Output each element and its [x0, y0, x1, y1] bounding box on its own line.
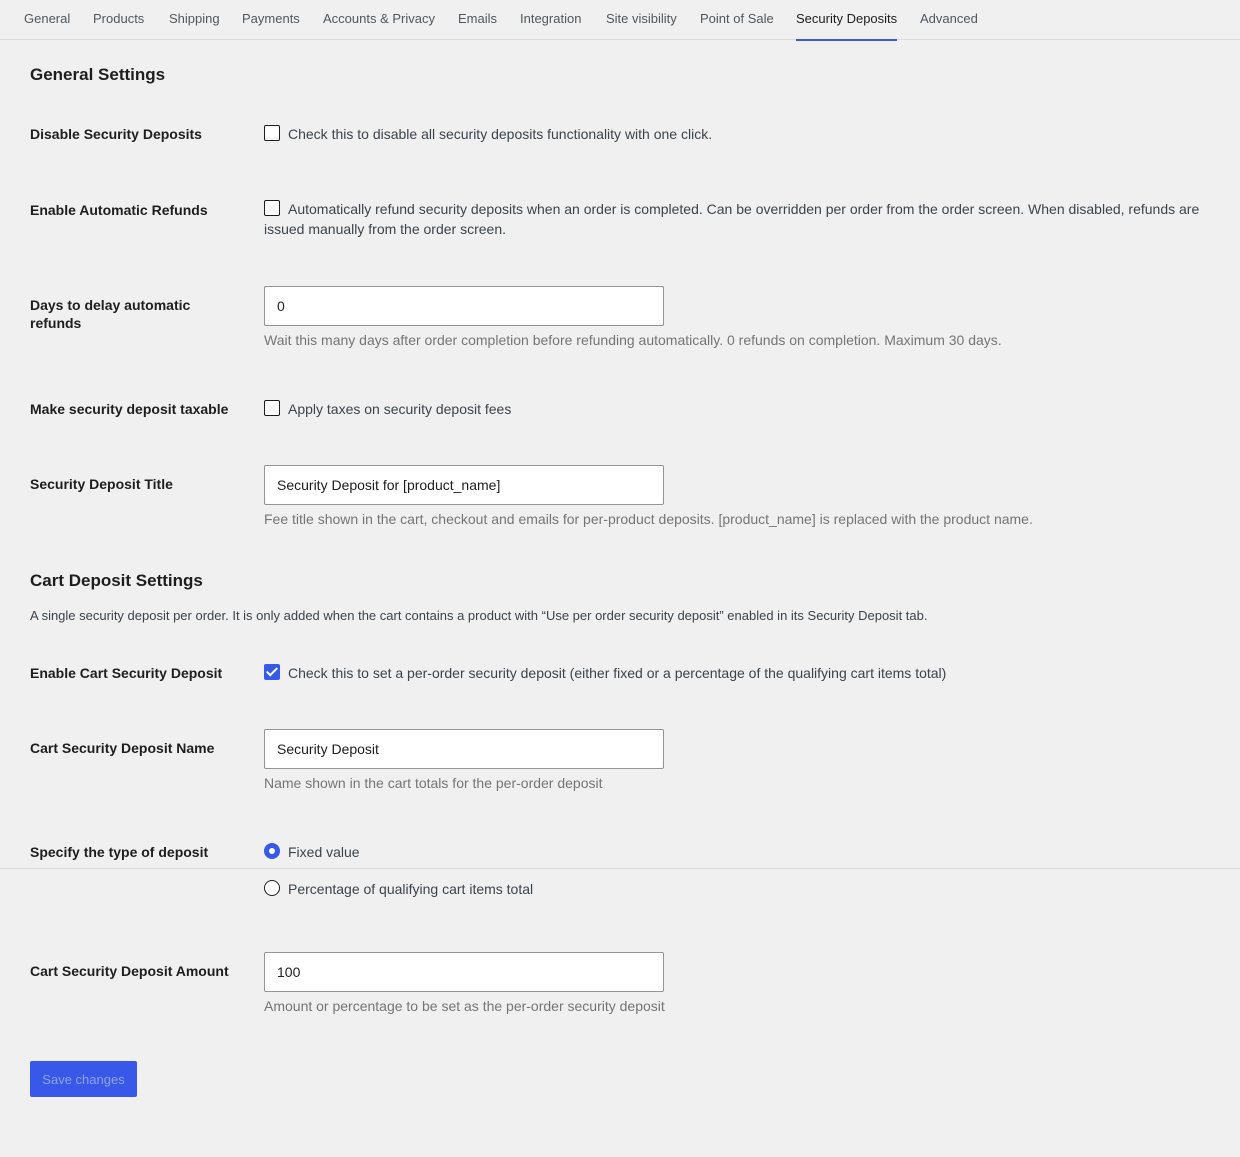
enable-cart-deposit-field: Check this to set a per-order security d… [264, 663, 946, 683]
deposit-title-help: Fee title shown in the cart, checkout an… [264, 511, 1033, 527]
save-changes-button[interactable]: Save changes [30, 1061, 137, 1097]
disable-deposits-checkbox[interactable] [264, 125, 280, 141]
cart-deposit-name-help: Name shown in the cart totals for the pe… [264, 775, 603, 791]
cart-settings-description: A single security deposit per order. It … [30, 608, 928, 623]
deposit-type-option-fixed[interactable]: Fixed value [264, 842, 360, 862]
enable-cart-deposit-label: Enable Cart Security Deposit [30, 665, 223, 681]
tab-site-visibility[interactable]: Site visibility [606, 0, 677, 41]
tab-security-deposits[interactable]: Security Deposits [796, 0, 898, 41]
deposit-type-option-percentage[interactable]: Percentage of qualifying cart items tota… [264, 879, 533, 899]
fixed-value-radio[interactable] [264, 843, 280, 859]
taxable-text: Apply taxes on security deposit fees [288, 401, 512, 417]
tab-point-of-sale[interactable]: Point of Sale [700, 0, 774, 41]
delay-days-input[interactable] [264, 286, 664, 326]
disable-deposits-text: Check this to disable all security depos… [288, 126, 713, 142]
auto-refunds-text: Automatically refund security deposits w… [264, 201, 1200, 237]
fixed-value-text: Fixed value [288, 844, 360, 860]
enable-cart-deposit-text: Check this to set a per-order security d… [288, 665, 947, 681]
percentage-text: Percentage of qualifying cart items tota… [288, 881, 534, 897]
enable-cart-deposit-checkbox[interactable] [264, 664, 280, 680]
taxable-field: Apply taxes on security deposit fees [264, 399, 511, 419]
delay-days-help: Wait this many days after order completi… [264, 332, 1002, 348]
section-divider [0, 868, 1240, 869]
taxable-label: Make security deposit taxable [30, 401, 229, 417]
cart-deposit-name-input[interactable] [264, 729, 664, 769]
cart-deposit-name-label: Cart Security Deposit Name [30, 740, 215, 756]
tab-products[interactable]: Products [93, 0, 144, 41]
tab-payments[interactable]: Payments [242, 0, 300, 41]
auto-refunds-field: Automatically refund security deposits w… [264, 199, 1204, 239]
auto-refunds-checkbox[interactable] [264, 200, 280, 216]
settings-tabs: General Products Shipping Payments Accou… [0, 0, 1240, 41]
deposit-type-label: Specify the type of deposit [30, 844, 209, 860]
general-settings-heading: General Settings [30, 65, 166, 84]
cart-deposit-amount-help: Amount or percentage to be set as the pe… [264, 998, 665, 1014]
tab-emails[interactable]: Emails [458, 0, 497, 41]
tab-general[interactable]: General [24, 0, 70, 41]
tab-accounts-privacy[interactable]: Accounts & Privacy [323, 0, 435, 41]
cart-deposit-amount-label: Cart Security Deposit Amount [30, 963, 229, 979]
percentage-radio[interactable] [264, 880, 280, 896]
delay-days-label: Days to delay automatic refunds [30, 297, 191, 331]
taxable-checkbox[interactable] [264, 400, 280, 416]
cart-settings-heading: Cart Deposit Settings [30, 571, 203, 590]
tab-advanced[interactable]: Advanced [920, 0, 978, 41]
deposit-title-input[interactable] [264, 465, 664, 505]
disable-deposits-field: Check this to disable all security depos… [264, 124, 712, 144]
disable-deposits-label: Disable Security Deposits [30, 126, 202, 142]
auto-refunds-label: Enable Automatic Refunds [30, 202, 208, 218]
tab-shipping[interactable]: Shipping [169, 0, 220, 41]
cart-deposit-amount-input[interactable] [264, 952, 664, 992]
deposit-title-label: Security Deposit Title [30, 476, 173, 492]
tab-integration[interactable]: Integration [520, 0, 581, 41]
